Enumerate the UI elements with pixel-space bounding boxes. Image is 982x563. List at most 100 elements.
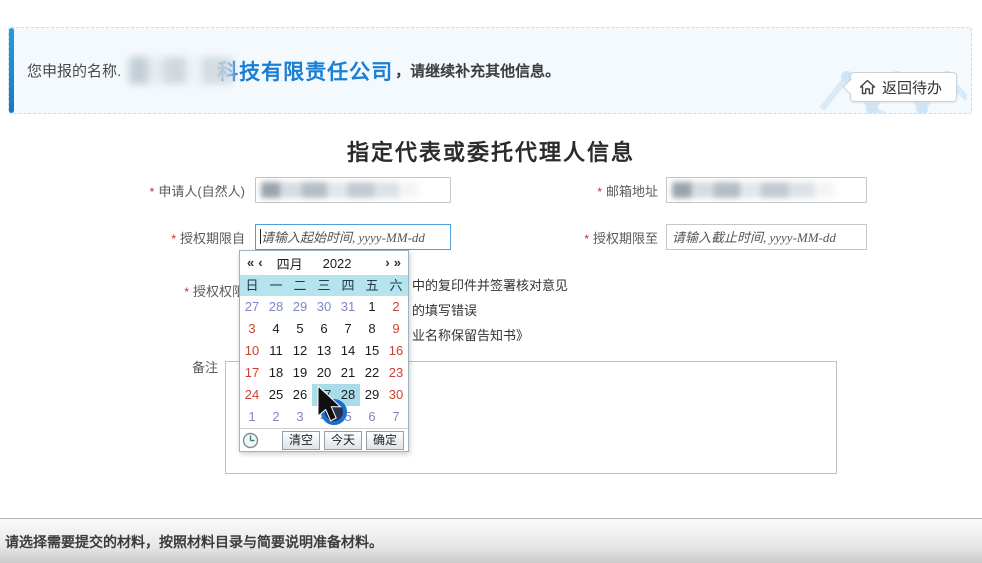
- calendar-day[interactable]: 15: [360, 340, 384, 362]
- calendar-day[interactable]: 1: [360, 296, 384, 318]
- company-name-suffix: 科技有限责任公司: [217, 56, 393, 86]
- calendar-day[interactable]: 2: [264, 406, 288, 428]
- calendar-day[interactable]: 25: [264, 384, 288, 406]
- auth-to-label: *授权期限至: [530, 231, 658, 247]
- applicant-value-redacted: [261, 182, 418, 198]
- auth-scope-option-fragment: 业名称保留告知书》: [412, 328, 529, 344]
- calendar-week-row: 17181920212223: [240, 362, 408, 384]
- calendar-day[interactable]: 20: [312, 362, 336, 384]
- calendar-day[interactable]: 13: [312, 340, 336, 362]
- calendar-day[interactable]: 8: [360, 318, 384, 340]
- calendar-day-header: 三: [312, 275, 336, 296]
- text-cursor: [260, 229, 261, 244]
- required-mark: *: [184, 285, 189, 299]
- calendar-month-select[interactable]: 四月: [277, 254, 303, 273]
- next-month-arrow-icon[interactable]: ›: [383, 251, 391, 275]
- calendar-day[interactable]: 10: [240, 340, 264, 362]
- calendar-day[interactable]: 29: [288, 296, 312, 318]
- bottom-instruction-bar: 请选择需要提交的材料，按照材料目录与简要说明准备材料。: [0, 518, 982, 563]
- calendar-day[interactable]: 7: [336, 318, 360, 340]
- calendar-today-button[interactable]: 今天: [324, 431, 362, 450]
- calendar-day[interactable]: 28: [336, 384, 360, 406]
- auth-scope-option-fragment: 的填写错误: [412, 303, 477, 319]
- calendar-week-row: 3456789: [240, 318, 408, 340]
- banner-suffix: ，请继续补充其他信息。: [395, 60, 560, 81]
- calendar-day[interactable]: 24: [240, 384, 264, 406]
- notice-banner: 您申报的名称. 科技有限责任公司 ，请继续补充其他信息。 返回待办: [8, 27, 972, 114]
- calendar-day[interactable]: 30: [384, 384, 408, 406]
- calendar-day[interactable]: 26: [288, 384, 312, 406]
- calendar-year-select[interactable]: 2022: [323, 256, 352, 271]
- calendar-day[interactable]: 3: [240, 318, 264, 340]
- calendar-day-header: 五: [360, 275, 384, 296]
- calendar-day-header: 四: [336, 275, 360, 296]
- calendar-week-row: 10111213141516: [240, 340, 408, 362]
- calendar-day-header: 一: [264, 275, 288, 296]
- calendar-day[interactable]: 21: [336, 362, 360, 384]
- calendar-day[interactable]: 4: [264, 318, 288, 340]
- calendar-day[interactable]: 9: [384, 318, 408, 340]
- materials-instruction-text: 请选择需要提交的材料，按照材料目录与简要说明准备材料。: [5, 532, 383, 552]
- calendar-day[interactable]: 6: [360, 406, 384, 428]
- back-button-label: 返回待办: [882, 77, 942, 98]
- calendar-confirm-button[interactable]: 确定: [366, 431, 404, 450]
- calendar-week-row: 272829303112: [240, 296, 408, 318]
- applicant-input[interactable]: [255, 177, 451, 203]
- calendar-day[interactable]: 29: [360, 384, 384, 406]
- calendar-day[interactable]: 28: [264, 296, 288, 318]
- page-title: 指定代表或委托代理人信息: [0, 135, 982, 167]
- calendar-day[interactable]: 18: [264, 362, 288, 384]
- calendar-week-row: 24252627282930: [240, 384, 408, 406]
- calendar-day[interactable]: 27: [312, 384, 336, 406]
- calendar-day-header: 六: [384, 275, 408, 296]
- date-picker-popup: « ‹ 四月 2022 › » 日一二三四五六 2728293031123456…: [239, 250, 409, 452]
- calendar-grid: 2728293031123456789101112131415161718192…: [240, 296, 408, 428]
- banner-prefix: 您申报的名称.: [27, 60, 121, 81]
- calendar-day[interactable]: 14: [336, 340, 360, 362]
- calendar-day[interactable]: 1: [240, 406, 264, 428]
- auth-from-label: *授权期限自: [60, 231, 245, 247]
- calendar-day[interactable]: 30: [312, 296, 336, 318]
- calendar-day[interactable]: 2: [384, 296, 408, 318]
- calendar-clear-button[interactable]: 清空: [282, 431, 320, 450]
- email-input[interactable]: [666, 177, 867, 203]
- calendar-day[interactable]: 5: [336, 406, 360, 428]
- email-label: *邮箱地址: [540, 184, 658, 200]
- calendar-day[interactable]: 31: [336, 296, 360, 318]
- back-to-todo-button[interactable]: 返回待办: [850, 72, 957, 102]
- calendar-day[interactable]: 3: [288, 406, 312, 428]
- prev-year-arrow-icon[interactable]: «: [245, 251, 256, 275]
- banner-message: 您申报的名称. 科技有限责任公司 ，请继续补充其他信息。: [27, 56, 560, 86]
- required-mark: *: [597, 185, 602, 199]
- page-root: 您申报的名称. 科技有限责任公司 ，请继续补充其他信息。 返回待办 指定代表或委…: [0, 0, 982, 563]
- email-value-redacted: [672, 182, 834, 198]
- calendar-day[interactable]: 6: [312, 318, 336, 340]
- remark-label: 备注: [100, 360, 218, 376]
- time-picker-icon[interactable]: [242, 432, 259, 449]
- calendar-day[interactable]: 7: [384, 406, 408, 428]
- required-mark: *: [171, 232, 176, 246]
- calendar-day-headers: 日一二三四五六: [240, 275, 408, 296]
- calendar-day[interactable]: 23: [384, 362, 408, 384]
- calendar-day[interactable]: 5: [288, 318, 312, 340]
- calendar-day[interactable]: 12: [288, 340, 312, 362]
- calendar-day[interactable]: 4: [312, 406, 336, 428]
- calendar-day[interactable]: 27: [240, 296, 264, 318]
- required-mark: *: [150, 185, 155, 199]
- calendar-day[interactable]: 16: [384, 340, 408, 362]
- company-name-redacted: [129, 57, 233, 84]
- auth-to-input[interactable]: [666, 224, 867, 250]
- auth-scope-option-fragment: 中的复印件并签署核对意见: [412, 278, 568, 294]
- required-mark: *: [584, 232, 589, 246]
- prev-month-arrow-icon[interactable]: ‹: [256, 251, 264, 275]
- calendar-day[interactable]: 22: [360, 362, 384, 384]
- auth-scope-label: *授权权限: [60, 284, 245, 300]
- auth-from-input[interactable]: [255, 224, 451, 250]
- next-year-arrow-icon[interactable]: »: [392, 251, 403, 275]
- calendar-day-header: 日: [240, 275, 264, 296]
- calendar-day[interactable]: 19: [288, 362, 312, 384]
- calendar-day[interactable]: 11: [264, 340, 288, 362]
- banner-accent-bar: [9, 28, 14, 113]
- calendar-day-header: 二: [288, 275, 312, 296]
- calendar-day[interactable]: 17: [240, 362, 264, 384]
